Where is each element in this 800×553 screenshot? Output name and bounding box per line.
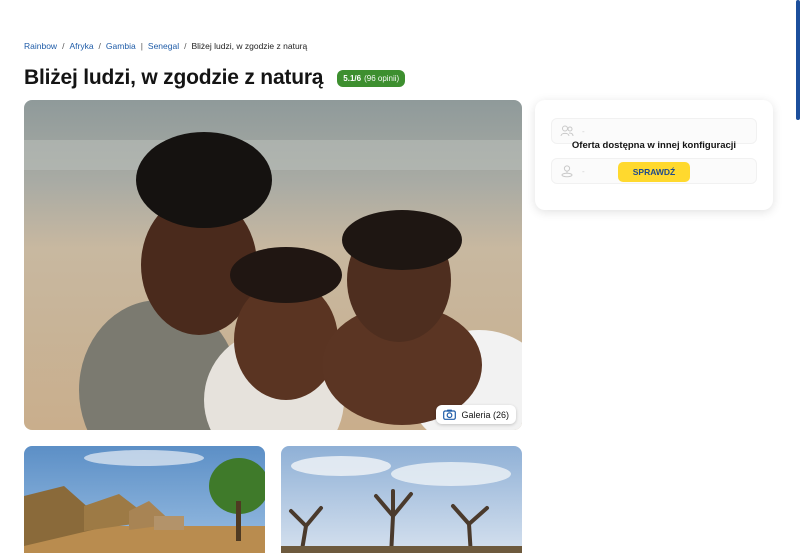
people-icon [560, 125, 574, 137]
location-person-icon [561, 165, 573, 178]
page-scrollbar-thumb[interactable] [796, 0, 800, 120]
gallery-button[interactable]: Galeria (26) [436, 405, 516, 424]
gallery-button-label: Galeria (26) [461, 409, 509, 420]
breadcrumb-separator: / [184, 41, 187, 51]
rating-reviews-count: (96 opinii) [364, 73, 400, 83]
breadcrumb-separator: | [140, 41, 143, 51]
hero-photo[interactable]: Galeria (26) [24, 100, 522, 430]
offer-unavailable-message: Oferta dostępna w innej konfiguracji [571, 140, 737, 151]
gallery-thumbnail-baobab[interactable] [281, 446, 522, 553]
gallery-thumbnail-village[interactable] [24, 446, 265, 553]
breadcrumb-link-senegal[interactable]: Senegal [148, 41, 179, 51]
departure-placeholder: - [582, 166, 585, 176]
thumbnail-image [281, 446, 522, 553]
breadcrumb-link-rainbow[interactable]: Rainbow [24, 41, 57, 51]
breadcrumb-link-afryka[interactable]: Afryka [69, 41, 93, 51]
breadcrumb: Rainbow / Afryka / Gambia | Senegal / Bl… [24, 41, 307, 51]
breadcrumb-link-gambia[interactable]: Gambia [106, 41, 136, 51]
page-title: Bliżej ludzi, w zgodzie z naturą [24, 66, 324, 89]
breadcrumb-separator: / [98, 41, 101, 51]
hero-photo-image [24, 100, 522, 430]
breadcrumb-current: Bliżej ludzi, w zgodzie z naturą [191, 41, 308, 51]
rating-badge[interactable]: 5.1/6 (96 opinii) [337, 69, 406, 87]
offer-card: - - Oferta dostępna w innej konfiguracji… [535, 100, 773, 210]
rating-score: 5.1/6 [343, 73, 362, 83]
title-row: Bliżej ludzi, w zgodzie z naturą 5.1/6 (… [24, 66, 406, 90]
check-offer-button[interactable]: SPRAWDŹ [618, 162, 690, 182]
camera-icon [443, 409, 457, 420]
breadcrumb-separator: / [62, 41, 65, 51]
participants-placeholder: - [582, 126, 585, 136]
thumbnail-image [24, 446, 265, 553]
